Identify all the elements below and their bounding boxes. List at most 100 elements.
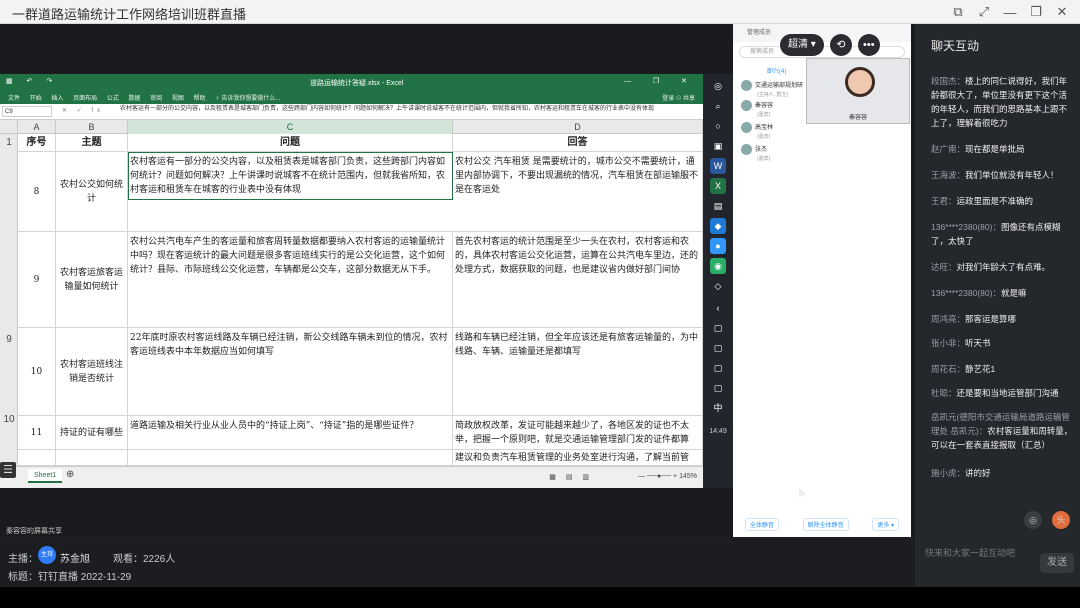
cell-question-selected[interactable]: 农村客运有一部分的公交内容，以及租赁表是城客部门负责，这些跨部门内容如何统计？问… (128, 152, 453, 200)
wechat-icon[interactable]: ◉ (710, 258, 726, 274)
restore-icon[interactable]: ❐ (1024, 2, 1048, 22)
tray-expand-icon[interactable]: ‹ (710, 300, 726, 316)
member-role: (嘉宾) (757, 156, 771, 162)
interaction-icon[interactable]: ◎ (1024, 511, 1042, 529)
camera-thumbnail[interactable]: 秦容容 (806, 58, 910, 124)
quality-label: 超清 (788, 39, 808, 50)
cell-topic[interactable]: 持证的证有哪些 (56, 416, 128, 449)
chat-text: 运政里面是不准确的 (956, 196, 1034, 206)
member-item[interactable]: 张杰 (嘉宾) (741, 144, 770, 162)
rotate-icon[interactable]: ⟲ (829, 34, 852, 56)
mute-all-button[interactable]: 全体静音 (744, 518, 779, 531)
member-role: (主持人, 群主) (757, 92, 789, 98)
tray-icon[interactable]: ▢ (710, 320, 726, 336)
avatar[interactable]: 头 (1052, 511, 1070, 529)
more-button[interactable]: 更多 ▾ (872, 518, 900, 531)
header-cell: 序号 (18, 134, 56, 151)
host-name[interactable]: 苏金旭 (60, 550, 90, 565)
cell-topic[interactable]: 农村客运班线注销是否统计 (56, 328, 128, 415)
chat-text: 现在都是单批局 (965, 144, 1025, 154)
table-row: 10 农村客运班线注销是否统计 22年底时原农村客运线路及车辆已经注销，新公交线… (18, 328, 703, 416)
vertical-taskbar: ◎ ⌕ ○ ▣ W X ▤ ◆ ● ◉ ◇ ‹ ▢ ▢ ▢ ▢ 中 14:49 (703, 74, 733, 488)
header-cell: 回答 (453, 134, 703, 151)
taskbar-app-icon[interactable]: ◆ (710, 218, 726, 234)
chat-message: 136****2380(80)：就是嘛 (931, 286, 1074, 300)
close-icon[interactable]: ✕ (1050, 2, 1074, 22)
taskbar-app-icon[interactable]: ▤ (710, 198, 726, 214)
chat-message: 王君：运政里面是不准确的 (931, 194, 1074, 208)
sheet-tab[interactable]: Sheet1 (28, 469, 63, 483)
cell-index[interactable]: 9 (18, 232, 56, 327)
chat-message: 136****2380(80)：图像还有点模糊了，太快了 (931, 220, 1074, 248)
fullscreen-icon[interactable]: ⤢ (972, 2, 996, 22)
chat-sender: 周花石： (931, 364, 966, 374)
cell-answer[interactable]: 简政放权改革，发证可能越来越少了，各地区发的证也不太举，把握一个原则吧，就是交通… (453, 416, 703, 449)
taskbar-app-icon[interactable]: ◎ (710, 78, 726, 94)
cell-answer[interactable]: 首先农村客运的统计范围是至少一头在农村，农村客运和农的，具体农村客运公交化运营，… (453, 232, 703, 327)
window-title: 一群道路运输统计工作网络培训班群直播 (12, 7, 247, 22)
dingtalk-icon[interactable]: ● (710, 238, 726, 254)
cell-question[interactable]: 22年底时原农村客运线路及车辆已经注销，新公交线路车辆未到位的情况，农村客运班线… (128, 328, 453, 415)
tray-icon[interactable]: ▢ (710, 380, 726, 396)
cell-answer[interactable]: 线路和车辆已经注销，但全年应该还是有旅客运输量的，为中线路、车辆、运输量还是都填… (453, 328, 703, 415)
minimize-icon[interactable]: — (998, 2, 1022, 22)
send-button[interactable]: 发送 (1040, 553, 1074, 573)
cell-index[interactable] (18, 450, 56, 465)
cell-answer[interactable]: 建议和负责汽车租赁管理的业务处室进行沟通，了解当前管 (453, 450, 703, 465)
cell-index[interactable]: 10 (18, 328, 56, 415)
chat-message: 周鸿亮：那客运是算哪 (931, 312, 1074, 326)
ribbon-tab: 页面布局 (73, 96, 98, 102)
cell-topic[interactable]: 农村客运旅客运输量如何统计 (56, 232, 128, 327)
menu-icon[interactable]: ☰ (0, 462, 16, 478)
ime-icon[interactable]: 中 (710, 400, 726, 416)
taskview-icon[interactable]: ▣ (710, 138, 726, 154)
member-name: 张杰 (755, 147, 768, 154)
chat-text: 那客运是算哪 (965, 314, 1017, 324)
cell-topic[interactable]: 农村公交如何统计 (56, 152, 128, 231)
unmute-all-button[interactable]: 解除全体静音 (802, 518, 849, 531)
member-name: 秦容容 (755, 103, 774, 110)
member-item[interactable]: 秦容容 (嘉宾) (741, 100, 773, 118)
chat-text: 就是嘛 (1000, 288, 1027, 298)
cell-answer[interactable]: 农村公交 汽车租赁 是需要统计的，城市公交不需要统计，通里内部协调下，不要出现漏… (453, 152, 703, 231)
chat-sender: 杜聪： (931, 388, 957, 398)
cell-question[interactable] (128, 450, 453, 465)
chat-input[interactable]: 快来和大家一起互动吧 (925, 546, 1015, 559)
tray-icon[interactable]: ▢ (710, 340, 726, 356)
excel-icon[interactable]: X (710, 178, 726, 194)
taskbar-app-icon[interactable]: ◇ (710, 278, 726, 294)
add-sheet-icon[interactable]: ⊕ (66, 469, 74, 480)
ribbon-tab: 帮助 (193, 96, 206, 102)
chat-sender: 段国杰： (931, 76, 966, 86)
more-icon[interactable]: ••• (857, 34, 880, 56)
zoom-slider[interactable]: — ──●── + 145% (638, 473, 697, 480)
tray-icon[interactable]: ▢ (710, 360, 726, 376)
member-name: 交通运输部规划研 (755, 83, 804, 90)
avatar (741, 100, 752, 111)
cell-index[interactable]: 11 (18, 416, 56, 449)
search-icon[interactable]: ⌕ (710, 98, 726, 114)
ribbon-tab: 公式 (106, 96, 119, 102)
member-item[interactable]: 高宝林 (嘉宾) (741, 122, 773, 140)
pip-icon[interactable]: ⧉ (946, 2, 970, 22)
excel-document-title: 道路运输统计答疑.xlsx - Excel (310, 80, 404, 87)
quality-select[interactable]: 超清 ▾ (780, 34, 824, 56)
cell-question[interactable]: 农村公共汽电车产生的客运量和旅客周转量数据都要纳入农村客运的运输量统计中吗？现在… (128, 232, 453, 327)
word-icon[interactable]: W (710, 158, 726, 174)
member-item[interactable]: 交通运输部规划研 (主持人, 群主) (741, 80, 803, 98)
avatar (741, 122, 752, 133)
chat-text: 我们单位就没有年轻人！ (965, 170, 1059, 180)
ribbon-tell-me: ♀ 告诉我你想要做什么... (215, 96, 281, 102)
cell-topic[interactable] (56, 450, 128, 465)
cell-question[interactable]: 道路运输及相关行业从业人员中的“持证上岗”、“持证”指的是哪些证件？ (128, 416, 453, 449)
view-mode-icons[interactable]: ▦ ▤ ▥ (549, 473, 593, 481)
chat-message: 王海波：我们单位就没有年轻人！ (931, 168, 1074, 182)
ribbon-tab: 审阅 (150, 96, 163, 102)
member-name: 高宝林 (755, 125, 774, 132)
chat-sender: 周鸿亮： (931, 314, 966, 324)
cortana-icon[interactable]: ○ (710, 118, 726, 134)
cell-index[interactable]: 8 (18, 152, 56, 231)
column-header: D (453, 120, 703, 134)
host-badge: 主持 (38, 546, 56, 564)
select-all-corner (0, 120, 18, 134)
